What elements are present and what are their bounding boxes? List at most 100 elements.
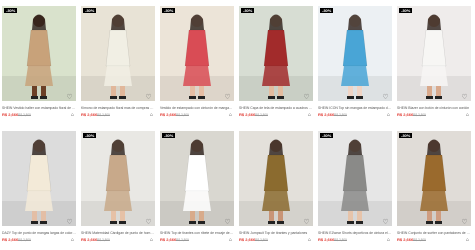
product-card[interactable]: -30% ♡ SHEIN EZwear Shorts deportivos de c… [318, 131, 392, 244]
cart-icon[interactable]: ⌂ [148, 237, 155, 243]
discount-badge: -30% [241, 8, 255, 13]
product-price: R$ 2,666 [81, 237, 98, 242]
product-image[interactable] [81, 6, 155, 101]
product-photo [397, 6, 471, 101]
heart-icon[interactable]: ♡ [144, 93, 153, 102]
cart-icon[interactable]: ⌂ [227, 237, 234, 243]
original-price: R$ 3,809 [176, 113, 189, 117]
product-title[interactable]: SHEIN Capa de tela de estampado a cuadro… [239, 105, 313, 111]
heart-icon[interactable]: ♡ [65, 218, 74, 227]
product-image[interactable] [2, 6, 76, 101]
product-price: R$ 2,666 [397, 237, 414, 242]
product-photo [81, 131, 155, 226]
heart-icon[interactable]: ♡ [302, 93, 311, 102]
product-title[interactable]: Kimono de estampado floral mas de compra… [81, 105, 155, 111]
original-price: R$ 3,809 [97, 238, 110, 242]
product-card[interactable]: -30% ♡ SHEIN Conjunto de suéter con pantal… [397, 131, 471, 244]
product-photo [318, 6, 392, 101]
discount-badge: -30% [83, 8, 97, 13]
original-price: R$ 3,809 [97, 113, 110, 117]
product-photo [239, 131, 313, 226]
discount-badge: -30% [320, 8, 334, 13]
discount-badge: -30% [320, 133, 334, 138]
cart-icon[interactable]: ⌂ [306, 237, 313, 243]
cart-icon[interactable]: ⌂ [227, 112, 234, 118]
discount-badge: -30% [399, 133, 413, 138]
product-card[interactable]: -30% ♡ SHEIN Capa de tela de estampado a c… [239, 6, 313, 119]
heart-icon[interactable]: ♡ [460, 93, 469, 102]
discount-badge: -30% [162, 8, 176, 13]
product-photo [2, 6, 76, 101]
original-price: R$ 3,809 [18, 113, 31, 117]
product-card[interactable]: -30% ♡ Kimono de estampado floral mas de c… [81, 6, 155, 119]
product-card[interactable]: ♡ SHEIN Jumpsuit Top de tirantes y pantal… [239, 131, 313, 244]
discount-badge: -30% [83, 133, 97, 138]
discount-badge: -30% [4, 8, 18, 13]
original-price: R$ 3,809 [334, 238, 347, 242]
product-image[interactable] [318, 131, 392, 226]
cart-icon[interactable]: ⌂ [69, 112, 76, 118]
product-title[interactable]: SHEIN Jumpsuit Top de tirantes y pantalo… [239, 230, 313, 236]
cart-icon[interactable]: ⌂ [148, 112, 155, 118]
product-photo [318, 131, 392, 226]
product-image[interactable] [239, 6, 313, 101]
cart-icon[interactable]: ⌂ [385, 237, 392, 243]
product-card[interactable]: -30% ♡ SHEIN Vestido halter con estampado … [2, 6, 76, 119]
product-title[interactable]: SHEIN Maternidad Cárdigan de punto de ho… [81, 230, 155, 236]
original-price: R$ 3,809 [18, 238, 31, 242]
product-image[interactable] [397, 131, 471, 226]
product-title[interactable]: SHEIN ICON Top sin mangas de estampado d… [318, 105, 392, 111]
product-title[interactable]: SHEIN EZwear Shorts deportivos de cintur… [318, 230, 392, 236]
product-title[interactable]: SHEIN Vestido halter con estampado flora… [2, 105, 76, 111]
product-title[interactable]: SHEIN Top de tirantes con ribete de enca… [160, 230, 234, 236]
product-price: R$ 2,666 [2, 237, 19, 242]
cart-icon[interactable]: ⌂ [464, 112, 471, 118]
heart-icon[interactable]: ♡ [65, 93, 74, 102]
product-title[interactable]: Vestido de estampado con cinturón de man… [160, 105, 234, 111]
product-title[interactable]: DAZY Top de punto de mangas largas de co… [2, 230, 76, 236]
heart-icon[interactable]: ♡ [223, 93, 232, 102]
original-price: R$ 3,809 [255, 113, 268, 117]
cart-icon[interactable]: ⌂ [306, 112, 313, 118]
product-image[interactable] [81, 131, 155, 226]
product-photo [160, 131, 234, 226]
product-card[interactable]: -30% ♡ SHEIN Top de tirantes con ribete de… [160, 131, 234, 244]
product-card[interactable]: ♡ DAZY Top de punto de mangas largas de c… [2, 131, 76, 244]
heart-icon[interactable]: ♡ [381, 218, 390, 227]
product-image[interactable] [318, 6, 392, 101]
product-title[interactable]: SHEIN Blazer con botón de cinturón con c… [397, 105, 471, 111]
product-image[interactable] [397, 6, 471, 101]
product-price: R$ 2,666 [160, 112, 177, 117]
product-title[interactable]: SHEIN Conjunto de suéter con pantalones … [397, 230, 471, 236]
heart-icon[interactable]: ♡ [144, 218, 153, 227]
product-photo [397, 131, 471, 226]
product-card[interactable]: -30% ♡ SHEIN Blazer con botón de cinturón … [397, 6, 471, 119]
product-image[interactable] [2, 131, 76, 226]
cart-icon[interactable]: ⌂ [464, 237, 471, 243]
product-price: R$ 2,666 [160, 237, 177, 242]
product-card[interactable]: -30% ♡ SHEIN ICON Top sin mangas de estamp… [318, 6, 392, 119]
cart-icon[interactable]: ⌂ [69, 237, 76, 243]
product-price: R$ 2,666 [239, 237, 256, 242]
original-price: R$ 3,809 [413, 238, 426, 242]
original-price: R$ 3,809 [413, 113, 426, 117]
heart-icon[interactable]: ♡ [460, 218, 469, 227]
heart-icon[interactable]: ♡ [381, 93, 390, 102]
product-image[interactable] [160, 131, 234, 226]
discount-badge: -30% [399, 8, 413, 13]
product-price: R$ 2,666 [397, 112, 414, 117]
product-price: R$ 2,666 [2, 112, 19, 117]
product-price: R$ 2,666 [318, 237, 335, 242]
product-photo [239, 6, 313, 101]
product-card[interactable]: -30% ♡ Vestido de estampado con cinturón d… [160, 6, 234, 119]
product-price: R$ 2,666 [81, 112, 98, 117]
product-image[interactable] [239, 131, 313, 226]
original-price: R$ 3,809 [334, 113, 347, 117]
product-photo [81, 6, 155, 101]
heart-icon[interactable]: ♡ [302, 218, 311, 227]
product-image[interactable] [160, 6, 234, 101]
cart-icon[interactable]: ⌂ [385, 112, 392, 118]
original-price: R$ 3,809 [255, 238, 268, 242]
product-card[interactable]: -30% ♡ SHEIN Maternidad Cárdigan de punto … [81, 131, 155, 244]
heart-icon[interactable]: ♡ [223, 218, 232, 227]
